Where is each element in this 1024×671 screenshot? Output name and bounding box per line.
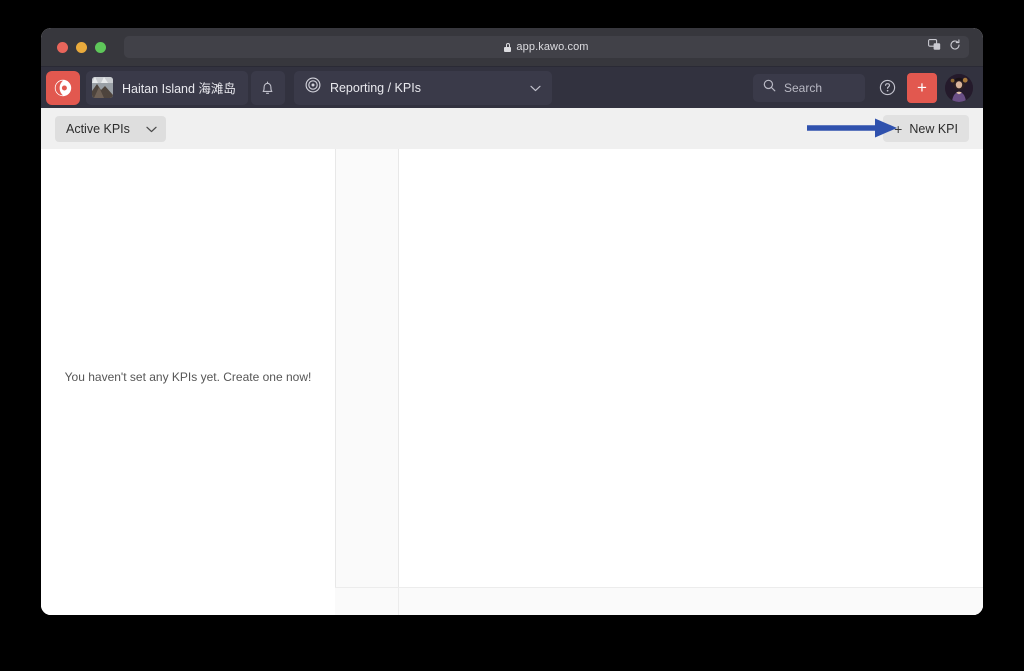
lock-icon [504,42,512,52]
reload-icon[interactable] [949,38,961,56]
workspace-name: Haitan Island 海滩岛 [122,82,236,96]
url-bar-actions [928,36,961,58]
plus-icon: + [917,78,927,97]
add-new-button[interactable]: + [907,72,937,103]
app-header: Haitan Island 海滩岛 Reporting / KPIs Searc… [41,66,983,108]
url-bar[interactable]: app.kawo.com [124,36,969,58]
grid-footer-band [335,588,983,615]
window-maximize-button[interactable] [95,41,106,53]
empty-state-message: You haven't set any KPIs yet. Create one… [64,370,312,384]
new-kpi-button[interactable]: + New KPI [883,115,969,142]
target-icon [305,77,321,98]
window-minimize-button[interactable] [76,41,87,53]
section-selector[interactable]: Reporting / KPIs [293,70,552,105]
url-bar-content: app.kawo.com [504,41,588,53]
window-traffic-lights [57,41,106,53]
chevron-down-icon [146,120,157,138]
kpi-toolbar: Active KPIs + New KPI [41,108,983,149]
plus-icon: + [894,120,903,137]
workspace-selector[interactable]: Haitan Island 海滩岛 [86,70,248,105]
browser-window: app.kawo.com Haitan Island 海滩岛 Reporting… [41,28,983,615]
workspace-avatar [92,77,113,98]
browser-titlebar: app.kawo.com [41,28,983,66]
content-area: You haven't set any KPIs yet. Create one… [41,149,983,615]
chevron-down-icon [530,79,541,97]
grid-column-narrow [335,149,399,615]
bell-icon[interactable] [250,70,285,105]
grid-column-wide [398,149,983,615]
new-kpi-label: New KPI [909,121,958,136]
kpi-filter-label: Active KPIs [66,121,130,136]
window-close-button[interactable] [57,41,68,53]
kpi-filter-dropdown[interactable]: Active KPIs [55,115,166,142]
search-icon [763,79,776,97]
search-input[interactable]: Search [753,73,865,102]
grid-footer-divider [398,588,399,615]
kpi-grid-pane [335,149,983,615]
url-text: app.kawo.com [516,41,589,53]
section-label: Reporting / KPIs [329,80,421,95]
grid-horizontal-divider [335,587,983,588]
help-circle-icon[interactable] [874,75,900,101]
extensions-icon[interactable] [928,38,941,56]
user-avatar[interactable] [945,73,973,102]
search-placeholder: Search [784,80,823,95]
kawo-logo-icon[interactable] [46,70,80,105]
screen: app.kawo.com Haitan Island 海滩岛 Reporting… [0,0,1024,671]
kpi-list-pane: You haven't set any KPIs yet. Create one… [41,149,335,615]
